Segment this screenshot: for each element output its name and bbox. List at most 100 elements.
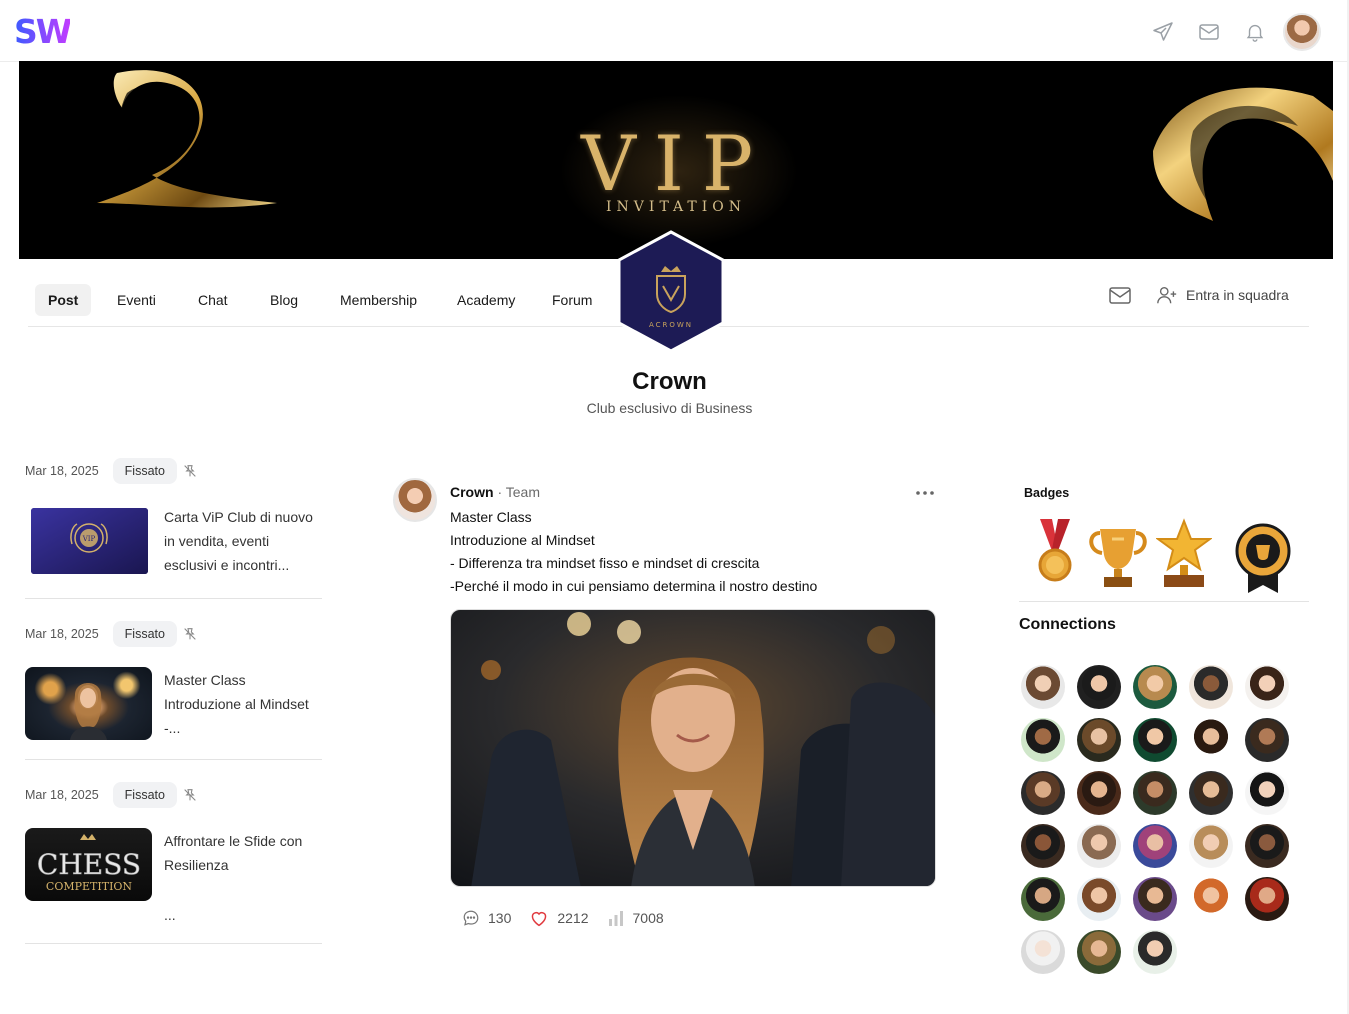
connections-title: Connections: [1019, 616, 1116, 633]
unpin-icon[interactable]: [181, 786, 199, 804]
connection-avatar[interactable]: [1133, 718, 1177, 762]
tab-post[interactable]: Post: [35, 284, 92, 316]
sw-logo[interactable]: SW: [14, 12, 72, 51]
user-avatar[interactable]: [1283, 13, 1321, 51]
connection-avatar[interactable]: [1077, 930, 1121, 974]
views-stat: 7008: [607, 909, 664, 927]
connection-avatar[interactable]: [1021, 718, 1065, 762]
connection-avatar[interactable]: [1245, 877, 1289, 921]
bell-icon[interactable]: [1235, 12, 1275, 52]
post-author: Crown · Team: [450, 484, 540, 500]
post-line: Master Class: [450, 509, 532, 525]
connection-avatar[interactable]: [1245, 824, 1289, 868]
pinned-title[interactable]: Carta ViP Club di nuovo in vendita, even…: [164, 505, 324, 577]
pinned-ellipsis: ...: [164, 907, 176, 923]
post-line: Introduzione al Mindset: [450, 532, 595, 548]
group-name: Crown: [632, 368, 707, 395]
like-button[interactable]: 2212: [529, 909, 589, 927]
post-author-name[interactable]: Crown: [450, 484, 494, 500]
post-author-avatar[interactable]: [393, 478, 437, 522]
pinned-title[interactable]: Master Class Introduzione al Mindset -..…: [164, 668, 324, 740]
pinned-badge: Fissato: [112, 782, 177, 808]
post-line: - Differenza tra mindset fisso e mindset…: [450, 555, 760, 571]
connection-avatar[interactable]: [1133, 824, 1177, 868]
post-line: -Perché il modo in cui pensiamo determin…: [450, 578, 818, 594]
emblem-text: ACROWN: [649, 321, 693, 329]
post-author-role: Team: [505, 484, 540, 500]
post-image[interactable]: [450, 609, 936, 887]
first-place-badge-icon[interactable]: [1234, 515, 1292, 595]
pinned-post-meta: Mar 18, 2025 Fissato: [25, 621, 199, 647]
pinned-thumbnail: [25, 667, 152, 740]
thumb-subtitle: COMPETITION: [46, 880, 133, 893]
post-author-sep: ·: [497, 484, 506, 500]
top-bar: SW: [0, 0, 1349, 62]
likes-count: 2212: [557, 910, 589, 926]
tab-eventi[interactable]: Eventi: [104, 284, 169, 316]
mail-icon: [1109, 287, 1131, 304]
pinned-date: Mar 18, 2025: [25, 788, 99, 802]
unpin-icon[interactable]: [181, 462, 199, 480]
connection-avatar[interactable]: [1021, 877, 1065, 921]
svg-text:VIP: VIP: [82, 535, 96, 543]
join-team-label: Entra in squadra: [1186, 287, 1289, 303]
join-team-button[interactable]: Entra in squadra: [1156, 284, 1289, 306]
connection-avatar[interactable]: [1189, 824, 1233, 868]
connection-avatar[interactable]: [1189, 665, 1233, 709]
tab-blog[interactable]: Blog: [257, 284, 311, 316]
unpin-icon[interactable]: [181, 625, 199, 643]
add-user-icon: [1157, 286, 1177, 304]
comments-button[interactable]: 130: [462, 909, 511, 927]
connection-avatar[interactable]: [1245, 665, 1289, 709]
pinned-date: Mar 18, 2025: [25, 464, 99, 478]
connection-avatar[interactable]: [1021, 930, 1065, 974]
pinned-thumbnail: CHESS COMPETITION: [25, 828, 152, 901]
pinned-post-meta: Mar 18, 2025 Fissato: [25, 782, 199, 808]
pinned-post[interactable]: Mar 18, 2025 Fissato VIP Carta ViP Club …: [25, 458, 322, 599]
sidebar-divider: [1019, 601, 1309, 602]
tab-forum[interactable]: Forum: [539, 284, 605, 316]
tab-membership[interactable]: Membership: [327, 284, 430, 316]
connection-avatar[interactable]: [1245, 771, 1289, 815]
connection-avatar[interactable]: [1021, 665, 1065, 709]
connection-avatar[interactable]: [1189, 771, 1233, 815]
pinned-date: Mar 18, 2025: [25, 627, 99, 641]
connection-avatar[interactable]: [1077, 877, 1121, 921]
badges-title: Badges: [1024, 486, 1070, 500]
connection-avatar[interactable]: [1077, 718, 1121, 762]
views-bar-chart-icon: [608, 911, 623, 926]
trophy-badge-icon[interactable]: [1086, 515, 1150, 595]
send-icon[interactable]: [1143, 12, 1183, 52]
group-subtitle: Club esclusivo di Business: [586, 400, 753, 416]
star-trophy-badge-icon[interactable]: [1156, 515, 1212, 595]
post-stats: 130 2212 7008: [462, 909, 682, 927]
post-more-button[interactable]: [914, 486, 936, 500]
connection-avatar[interactable]: [1133, 771, 1177, 815]
comment-icon: [463, 910, 479, 926]
gold-ribbon-right: [1153, 87, 1333, 221]
pinned-badge: Fissato: [112, 621, 177, 647]
pinned-post[interactable]: Mar 18, 2025 Fissato Master Class Introd…: [25, 621, 322, 760]
connection-avatar[interactable]: [1133, 930, 1177, 974]
heart-icon: [532, 911, 547, 927]
connection-avatar[interactable]: [1077, 665, 1121, 709]
tab-academy[interactable]: Academy: [444, 284, 528, 316]
connection-avatar[interactable]: [1077, 824, 1121, 868]
connection-avatar[interactable]: [1133, 877, 1177, 921]
header-actions: [1137, 12, 1321, 52]
tab-chat[interactable]: Chat: [185, 284, 241, 316]
more-horizontal-icon: [916, 491, 934, 495]
pinned-title[interactable]: Affrontare le Sfide con Resilienza: [164, 829, 324, 877]
mail-icon[interactable]: [1189, 12, 1229, 52]
medal-badge-icon[interactable]: [1034, 515, 1076, 595]
connection-avatar[interactable]: [1021, 824, 1065, 868]
connection-avatar[interactable]: [1189, 877, 1233, 921]
connection-avatar[interactable]: [1021, 771, 1065, 815]
pinned-post[interactable]: Mar 18, 2025 Fissato CHESS COMPETITION A…: [25, 782, 322, 944]
message-group-button[interactable]: [1108, 285, 1134, 307]
connection-avatar[interactable]: [1133, 665, 1177, 709]
connection-avatar[interactable]: [1077, 771, 1121, 815]
group-emblem[interactable]: ACROWN: [615, 230, 727, 353]
connection-avatar[interactable]: [1245, 718, 1289, 762]
connection-avatar[interactable]: [1189, 718, 1233, 762]
